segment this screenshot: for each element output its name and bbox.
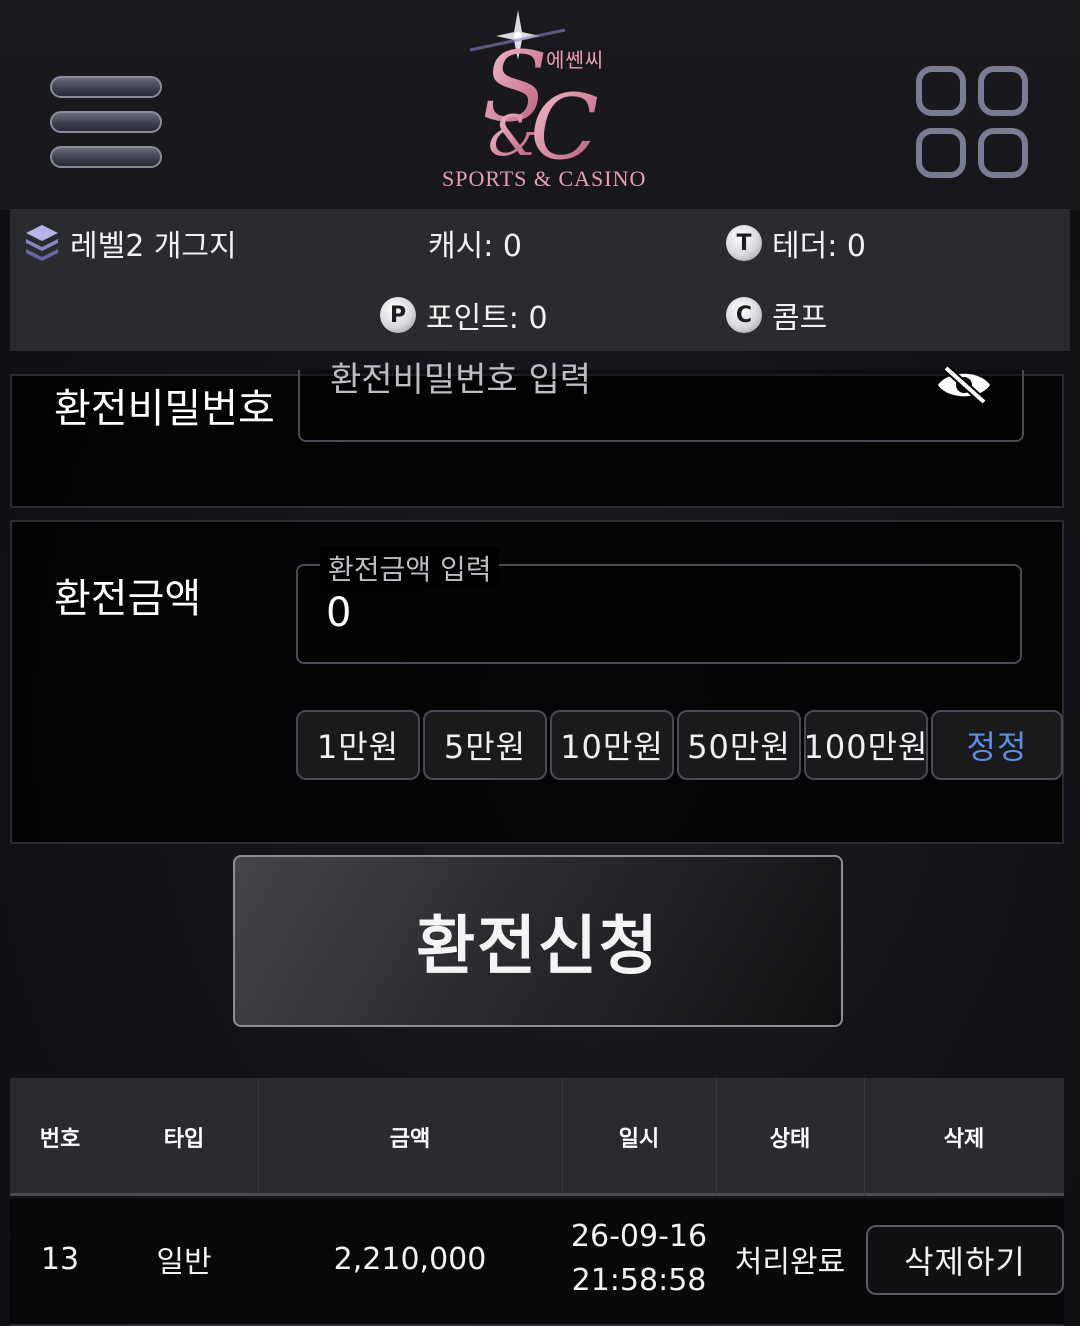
amount-input[interactable]: 환전금액 입력 0: [296, 548, 1022, 664]
comp-text: 콤프: [772, 301, 828, 336]
password-section: 환전비밀번호 환전비밀번호 입력: [10, 360, 1064, 508]
amount-input-legend: 환전금액 입력: [320, 548, 500, 588]
col-header-status: 상태: [769, 1127, 811, 1152]
cell-amount: 2,210,000: [333, 1241, 487, 1277]
col-header-amount: 금액: [389, 1127, 431, 1152]
user-status-bar: 레벨2 개그지 캐시: 0 T 테더: 0 P 포인트: 0 C 콤프: [10, 209, 1070, 351]
point-balance: P 포인트: 0: [380, 293, 548, 337]
quick-amount-button[interactable]: 100만원: [804, 710, 928, 780]
withdraw-apply-button[interactable]: 환전신청: [233, 855, 843, 1027]
tether-text: 테더: 0: [772, 229, 866, 264]
col-header-number: 번호: [39, 1127, 81, 1152]
cash-text: 캐시: 0: [428, 229, 522, 264]
amount-input-value: 0: [326, 590, 352, 636]
col-header-type: 타입: [163, 1127, 205, 1152]
cell-date: 26-09-16: [570, 1219, 708, 1254]
amount-section: 환전금액 환전금액 입력 0 1만원 5만원 10만원 50만원 100만원 정…: [10, 520, 1064, 844]
reset-amount-button[interactable]: 정정: [931, 710, 1063, 780]
site-logo[interactable]: S & C 에쎈씨 SPORTS & CASINO: [430, 10, 650, 200]
comp-icon: C: [726, 297, 762, 333]
col-header-delete: 삭제: [943, 1127, 985, 1152]
delete-button[interactable]: 삭제하기: [866, 1225, 1064, 1295]
user-level[interactable]: 레벨2 개그지: [24, 221, 237, 265]
svg-text:C: C: [530, 75, 599, 180]
tether-icon: T: [726, 225, 762, 261]
level-layers-icon: [26, 225, 58, 261]
cell-type: 일반: [156, 1245, 212, 1280]
hamburger-icon[interactable]: [50, 76, 164, 170]
point-text: 포인트: 0: [426, 301, 548, 336]
logo-subtitle: SPORTS & CASINO: [442, 166, 647, 191]
quick-amount-button[interactable]: 50만원: [677, 710, 801, 780]
cell-status: 처리완료: [734, 1245, 846, 1280]
cell-datetime: 26-09-16 21:58:58: [562, 1199, 716, 1319]
table-row: 13 일반 2,210,000 26-09-16 21:58:58 처리완료 삭…: [10, 1199, 1064, 1326]
history-table-header: 번호 타입 금액 일시 상태 삭제: [10, 1078, 1064, 1196]
logo-korean: 에쎈씨: [546, 48, 605, 72]
amount-label: 환전금액: [54, 576, 202, 622]
quick-amount-button[interactable]: 1만원: [296, 710, 420, 780]
comp-link[interactable]: C 콤프: [726, 293, 827, 337]
eye-slash-icon[interactable]: [934, 364, 994, 406]
level-text: 레벨2 개그지: [70, 229, 237, 264]
tether-balance: T 테더: 0: [726, 221, 866, 265]
cash-balance: 캐시: 0: [428, 221, 522, 265]
quick-amount-button[interactable]: 5만원: [423, 710, 547, 780]
password-label: 환전비밀번호: [54, 386, 275, 432]
quick-amount-button[interactable]: 10만원: [550, 710, 674, 780]
point-icon: P: [380, 297, 416, 333]
top-header: S & C 에쎈씨 SPORTS & CASINO: [0, 0, 1080, 210]
col-header-date: 일시: [618, 1127, 660, 1152]
grid-icon[interactable]: [916, 66, 1030, 180]
cell-time: 21:58:58: [571, 1263, 707, 1298]
cell-number: 13: [40, 1241, 80, 1277]
password-placeholder: 환전비밀번호 입력: [330, 360, 592, 400]
password-input[interactable]: 환전비밀번호 입력: [298, 360, 1024, 442]
